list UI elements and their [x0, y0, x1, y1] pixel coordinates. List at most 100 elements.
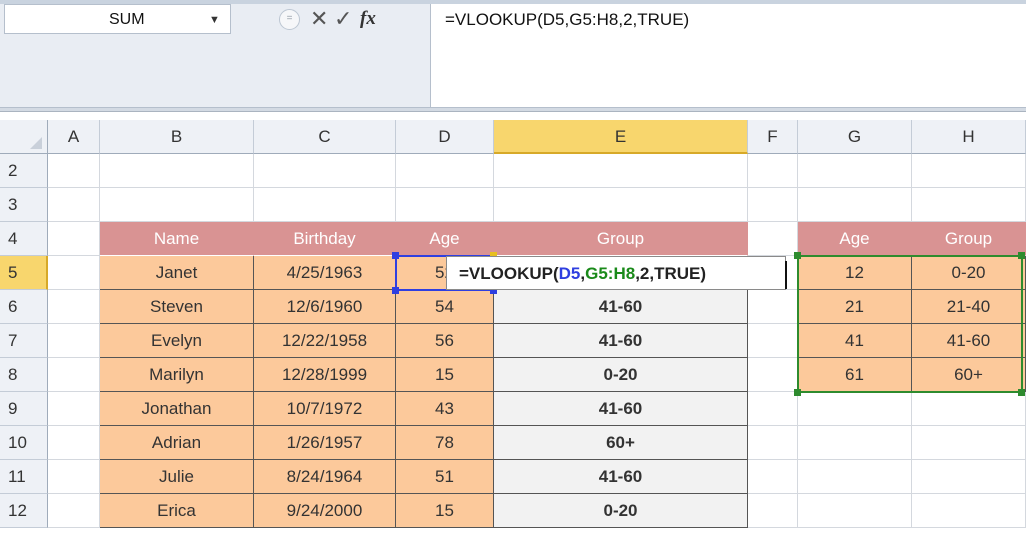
cell-f3[interactable]: [748, 188, 798, 222]
column-header-g[interactable]: G: [798, 120, 912, 154]
select-all-button[interactable]: [0, 120, 48, 154]
table-cell-group[interactable]: 60+: [494, 426, 748, 460]
cell-g9[interactable]: [798, 392, 912, 426]
table-cell-birthday[interactable]: 12/28/1999: [254, 358, 396, 392]
cell-a8[interactable]: [48, 358, 100, 392]
table-cell-group[interactable]: 0-20: [494, 494, 748, 528]
row-header-3[interactable]: 3: [0, 188, 48, 222]
lookup-header-group[interactable]: Group: [912, 222, 1026, 256]
cell-a10[interactable]: [48, 426, 100, 460]
column-header-f[interactable]: F: [748, 120, 798, 154]
cell-a12[interactable]: [48, 494, 100, 528]
cell-g11[interactable]: [798, 460, 912, 494]
row-header-5[interactable]: 5: [0, 256, 48, 290]
cell-a7[interactable]: [48, 324, 100, 358]
table-cell-age[interactable]: 43: [396, 392, 494, 426]
lookup-cell-age[interactable]: 21: [798, 290, 912, 324]
table-cell-name[interactable]: Julie: [100, 460, 254, 494]
formula-input[interactable]: =VLOOKUP(D5,G5:H8,2,TRUE): [430, 4, 1026, 108]
cell-g2[interactable]: [798, 154, 912, 188]
table-cell-group[interactable]: 41-60: [494, 290, 748, 324]
cancel-x-icon[interactable]: ✕: [310, 6, 328, 32]
column-header-b[interactable]: B: [100, 120, 254, 154]
cell-d2[interactable]: [396, 154, 494, 188]
row-header-4[interactable]: 4: [0, 222, 48, 256]
cell-g3[interactable]: [798, 188, 912, 222]
lookup-cell-group[interactable]: 41-60: [912, 324, 1026, 358]
cell-h10[interactable]: [912, 426, 1026, 460]
cell-f10[interactable]: [748, 426, 798, 460]
lookup-cell-group[interactable]: 0-20: [912, 256, 1026, 290]
table-cell-group[interactable]: 41-60: [494, 324, 748, 358]
table-cell-birthday[interactable]: 12/6/1960: [254, 290, 396, 324]
table-header-age[interactable]: Age: [396, 222, 494, 256]
table-cell-birthday[interactable]: 9/24/2000: [254, 494, 396, 528]
cell-a3[interactable]: [48, 188, 100, 222]
cell-b2[interactable]: [100, 154, 254, 188]
cell-f12[interactable]: [748, 494, 798, 528]
cell-h9[interactable]: [912, 392, 1026, 426]
table-cell-name[interactable]: Evelyn: [100, 324, 254, 358]
table-cell-age[interactable]: 15: [396, 494, 494, 528]
table-cell-name[interactable]: Erica: [100, 494, 254, 528]
table-cell-birthday[interactable]: 8/24/1964: [254, 460, 396, 494]
cell-g10[interactable]: [798, 426, 912, 460]
table-cell-age[interactable]: 56: [396, 324, 494, 358]
row-header-2[interactable]: 2: [0, 154, 48, 188]
cell-f6[interactable]: [748, 290, 798, 324]
insert-function-icon[interactable]: fx: [360, 8, 376, 30]
table-cell-name[interactable]: Adrian: [100, 426, 254, 460]
cell-e3[interactable]: [494, 188, 748, 222]
cell-a4[interactable]: [48, 222, 100, 256]
table-cell-name[interactable]: Marilyn: [100, 358, 254, 392]
table-cell-group[interactable]: 41-60: [494, 392, 748, 426]
row-header-7[interactable]: 7: [0, 324, 48, 358]
table-cell-name[interactable]: Steven: [100, 290, 254, 324]
column-header-a[interactable]: A: [48, 120, 100, 154]
reference-handle[interactable]: [392, 287, 399, 294]
table-cell-group[interactable]: 41-60: [494, 460, 748, 494]
column-header-h[interactable]: H: [912, 120, 1026, 154]
table-cell-name[interactable]: Jonathan: [100, 392, 254, 426]
table-cell-age[interactable]: 51: [396, 460, 494, 494]
table-cell-name[interactable]: Janet: [100, 256, 254, 290]
formula-bar-divider[interactable]: [0, 108, 1026, 112]
cell-f11[interactable]: [748, 460, 798, 494]
row-header-6[interactable]: 6: [0, 290, 48, 324]
row-header-12[interactable]: 12: [0, 494, 48, 528]
cell-c3[interactable]: [254, 188, 396, 222]
column-header-e[interactable]: E: [494, 120, 748, 154]
cell-f9[interactable]: [748, 392, 798, 426]
table-cell-group[interactable]: 0-20: [494, 358, 748, 392]
table-header-name[interactable]: Name: [100, 222, 254, 256]
lookup-cell-age[interactable]: 41: [798, 324, 912, 358]
range-handle[interactable]: [1018, 252, 1025, 259]
name-box[interactable]: SUM ▼: [4, 4, 231, 34]
range-handle[interactable]: [1018, 389, 1025, 396]
column-header-d[interactable]: D: [396, 120, 494, 154]
table-cell-birthday[interactable]: 10/7/1972: [254, 392, 396, 426]
row-header-9[interactable]: 9: [0, 392, 48, 426]
cell-f8[interactable]: [748, 358, 798, 392]
lookup-cell-age[interactable]: 61: [798, 358, 912, 392]
dropdown-arrow-icon[interactable]: ▼: [209, 14, 220, 26]
enter-check-icon[interactable]: ✓: [334, 6, 352, 32]
cell-h3[interactable]: [912, 188, 1026, 222]
table-cell-birthday[interactable]: 1/26/1957: [254, 426, 396, 460]
table-header-group[interactable]: Group: [494, 222, 748, 256]
cell-a9[interactable]: [48, 392, 100, 426]
row-header-11[interactable]: 11: [0, 460, 48, 494]
table-cell-age[interactable]: 54: [396, 290, 494, 324]
cell-b3[interactable]: [100, 188, 254, 222]
cell-h2[interactable]: [912, 154, 1026, 188]
range-handle[interactable]: [794, 389, 801, 396]
lookup-cell-age[interactable]: 12: [798, 256, 912, 290]
lookup-cell-group[interactable]: 21-40: [912, 290, 1026, 324]
table-header-birthday[interactable]: Birthday: [254, 222, 396, 256]
lookup-header-age[interactable]: Age: [798, 222, 912, 256]
cell-a6[interactable]: [48, 290, 100, 324]
column-header-c[interactable]: C: [254, 120, 396, 154]
cell-f7[interactable]: [748, 324, 798, 358]
cell-d3[interactable]: [396, 188, 494, 222]
lookup-cell-group[interactable]: 60+: [912, 358, 1026, 392]
